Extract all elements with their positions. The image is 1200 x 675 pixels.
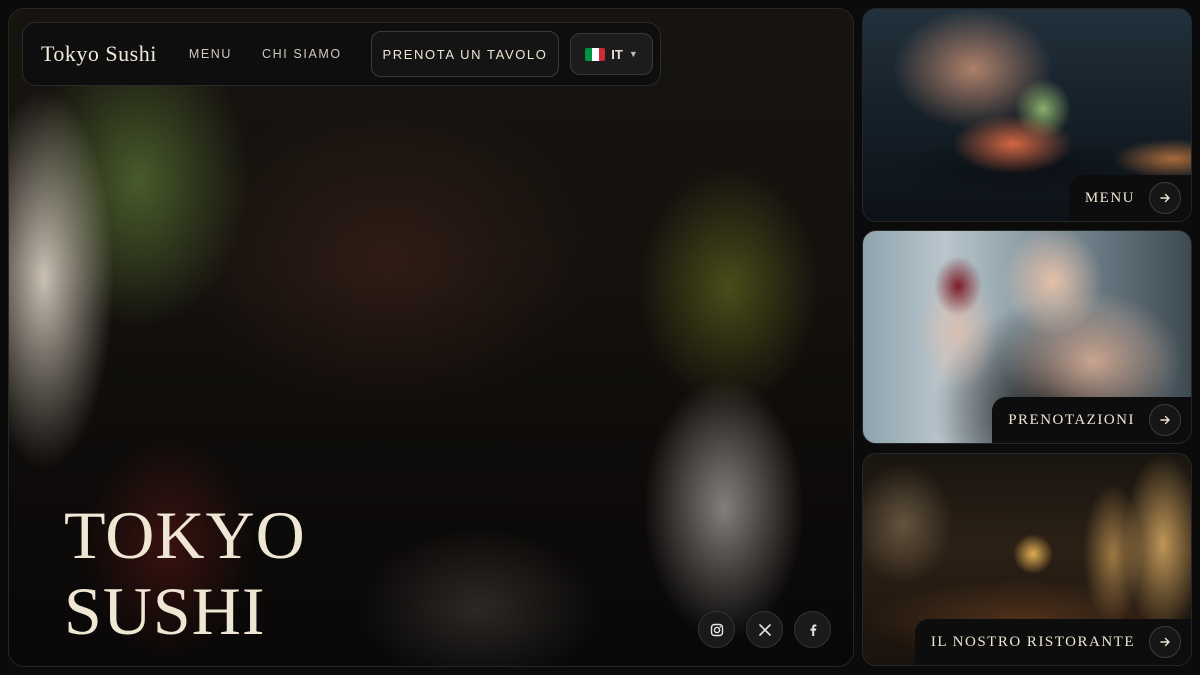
menu-card[interactable]: MENU xyxy=(862,8,1192,222)
reservations-card[interactable]: PRENOTAZIONI xyxy=(862,230,1192,444)
hero-title: TOKYO SUSHI xyxy=(64,497,306,649)
nav-link-chi-siamo[interactable]: CHI SIAMO xyxy=(262,47,342,61)
top-navbar: Tokyo Sushi MENU CHI SIAMO PRENOTA UN TA… xyxy=(22,22,661,86)
arrow-right-icon[interactable] xyxy=(1149,182,1181,214)
menu-card-title: MENU xyxy=(1084,189,1135,206)
restaurant-card[interactable]: IL NOSTRO RISTORANTE xyxy=(862,453,1192,666)
caret-down-icon: ▼ xyxy=(628,49,638,59)
italy-flag-icon xyxy=(585,47,606,61)
x-icon[interactable] xyxy=(746,611,783,648)
arrow-right-icon[interactable] xyxy=(1149,404,1181,436)
hero-banner: TOKYO SUSHI xyxy=(8,8,854,667)
language-label: IT xyxy=(611,46,623,62)
facebook-icon[interactable] xyxy=(794,611,831,648)
nav-link-menu[interactable]: MENU xyxy=(189,47,232,61)
reservations-card-title: PRENOTAZIONI xyxy=(1008,411,1135,428)
instagram-icon[interactable] xyxy=(698,611,735,648)
restaurant-card-label[interactable]: IL NOSTRO RISTORANTE xyxy=(914,619,1191,665)
hero-title-line-2: SUSHI xyxy=(64,573,266,649)
reservations-card-label[interactable]: PRENOTAZIONI xyxy=(992,397,1191,443)
menu-card-label[interactable]: MENU xyxy=(1068,175,1191,221)
social-links xyxy=(698,611,831,648)
hero-title-line-1: TOKYO xyxy=(64,497,306,573)
reserve-table-button[interactable]: PRENOTA UN TAVOLO xyxy=(371,31,559,77)
restaurant-card-title: IL NOSTRO RISTORANTE xyxy=(930,633,1135,650)
language-selector[interactable]: IT ▼ xyxy=(570,33,653,75)
arrow-right-icon[interactable] xyxy=(1149,626,1181,658)
brand-logo[interactable]: Tokyo Sushi xyxy=(41,41,157,67)
